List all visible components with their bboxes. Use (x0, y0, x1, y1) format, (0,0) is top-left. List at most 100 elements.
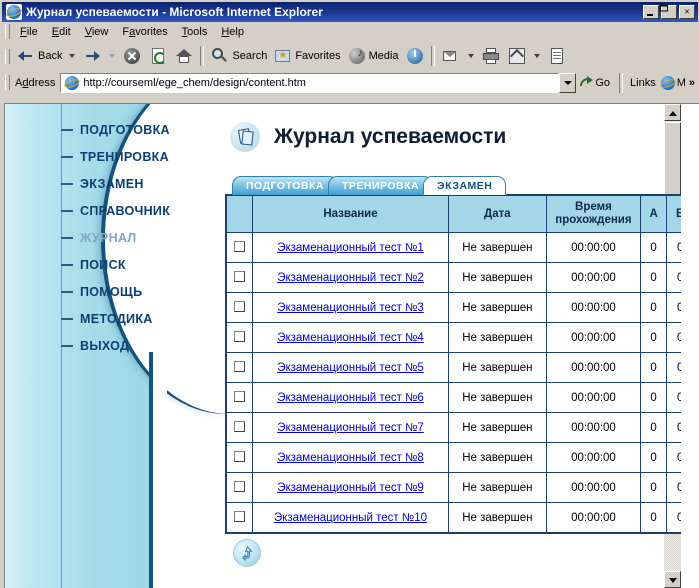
sidebar-item-metodika[interactable]: МЕТОДИКА (61, 311, 153, 327)
menu-gripper[interactable] (5, 24, 10, 39)
mail-button[interactable] (438, 44, 464, 68)
test-time-cell: 00:00:00 (546, 352, 641, 383)
menu-item-view[interactable]: View (78, 24, 116, 40)
test-date-cell: Не завершен (447, 442, 548, 473)
forward-dropdown-icon[interactable] (109, 54, 116, 58)
row-checkbox[interactable] (234, 480, 246, 492)
test-link[interactable]: Экзаменационный тест №2 (277, 272, 424, 284)
test-score-a-cell: 0 (639, 262, 668, 293)
bullet-dash-icon (61, 345, 73, 347)
test-link[interactable]: Экзаменационный тест №4 (277, 332, 424, 344)
minimize-button[interactable] (643, 5, 659, 19)
row-checkbox[interactable] (234, 510, 246, 522)
menu-item-file[interactable]: File (13, 24, 45, 40)
close-button[interactable]: × (679, 5, 695, 19)
row-checkbox[interactable] (234, 420, 246, 432)
address-dropdown-button[interactable] (559, 72, 577, 93)
mail-dropdown-icon[interactable] (467, 54, 474, 58)
menu-item-favorites[interactable]: Favorites (115, 24, 174, 40)
journal-pages-icon (230, 122, 260, 152)
test-score-b-cell: 0 (666, 382, 681, 413)
test-link[interactable]: Экзаменационный тест №3 (277, 302, 424, 314)
up-arrow-icon (242, 546, 253, 561)
edit-button[interactable] (504, 44, 530, 68)
sidebar-item-ekzamen[interactable]: ЭКЗАМЕН (61, 176, 144, 192)
table-row: Экзаменационный тест №1 Не завершен 00:00:… (225, 232, 681, 263)
go-button[interactable]: Go (576, 76, 616, 89)
sidebar-item-pomoshch[interactable]: ПОМОЩЬ (61, 284, 142, 300)
print-button[interactable] (478, 44, 504, 68)
refresh-icon (148, 46, 168, 66)
column-header-b: В (666, 194, 681, 233)
test-link[interactable]: Экзаменационный тест №10 (274, 512, 427, 524)
address-gripper[interactable] (5, 75, 10, 90)
mail-envelope-icon (441, 46, 461, 66)
scroll-down-button[interactable] (664, 571, 681, 588)
tab-trenirovka[interactable]: ТРЕНИРОВКА (327, 176, 434, 195)
bullet-dash-icon (61, 264, 73, 266)
address-input[interactable]: http://courseml/ege_chem/design/content.… (60, 72, 560, 93)
toolbar-gripper[interactable] (5, 48, 10, 64)
back-dropdown-icon[interactable] (69, 54, 76, 58)
history-button[interactable] (402, 44, 428, 68)
favorites-button[interactable]: ★ Favorites (270, 44, 343, 68)
test-link[interactable]: Экзаменационный тест №8 (277, 452, 424, 464)
test-name-cell: Экзаменационный тест №5 (252, 352, 449, 383)
address-bar: Address http://courseml/ege_chem/design/… (2, 71, 698, 94)
test-time-cell: 00:00:00 (546, 472, 641, 503)
maximize-button[interactable] (660, 4, 677, 19)
media-button[interactable]: ♪ Media (344, 44, 402, 68)
scroll-up-button[interactable] (664, 104, 681, 121)
column-header-date: Дата (447, 194, 548, 233)
test-date-cell: Не завершен (447, 262, 548, 293)
edit-dropdown-icon[interactable] (533, 54, 540, 58)
refresh-button[interactable] (145, 44, 171, 68)
row-checkbox[interactable] (234, 330, 246, 342)
test-link[interactable]: Экзаменационный тест №5 (277, 362, 424, 374)
sidebar-item-zhurnal[interactable]: ЖУРНАЛ (61, 230, 137, 246)
tab-ekzamen[interactable]: ЭКЗАМЕН (423, 176, 507, 195)
test-link[interactable]: Экзаменационный тест №7 (277, 422, 424, 434)
site-sidebar: ПОДГОТОВКА ТРЕНИРОВКА ЭКЗАМЕН СПРАВОЧНИК… (5, 104, 355, 588)
back-arrow-icon (16, 46, 36, 66)
back-button[interactable]: Back (13, 44, 65, 68)
links-item-label[interactable]: M (677, 77, 686, 89)
test-date-cell: Не завершен (447, 292, 548, 323)
row-checkbox[interactable] (234, 300, 246, 312)
row-checkbox[interactable] (234, 240, 246, 252)
sidebar-item-vykhod[interactable]: ВЫХОД (61, 338, 129, 354)
sidebar-item-spravochnik[interactable]: СПРАВОЧНИК (61, 203, 170, 219)
test-time-cell: 00:00:00 (546, 292, 641, 323)
sidebar-item-podgotovka[interactable]: ПОДГОТОВКА (61, 122, 170, 138)
menu-item-tools[interactable]: Tools (175, 24, 215, 40)
test-time-cell: 00:00:00 (546, 442, 641, 473)
search-button[interactable]: Search (207, 44, 270, 68)
test-score-a-cell: 0 (639, 352, 668, 383)
test-link[interactable]: Экзаменационный тест №9 (277, 482, 424, 494)
row-checkbox[interactable] (234, 360, 246, 372)
discuss-button[interactable] (544, 44, 570, 68)
row-checkbox[interactable] (234, 450, 246, 462)
test-date-cell: Не завершен (447, 352, 548, 383)
column-header-select (225, 194, 254, 233)
test-link[interactable]: Экзаменационный тест №1 (277, 242, 424, 254)
forward-button[interactable] (79, 44, 105, 68)
links-item-icon[interactable] (659, 75, 677, 91)
links-label[interactable]: Links (626, 77, 660, 89)
sidebar-item-trenirovka[interactable]: ТРЕНИРОВКА (61, 149, 169, 165)
row-checkbox[interactable] (234, 390, 246, 402)
forward-arrow-icon (82, 46, 102, 66)
sidebar-item-poisk[interactable]: ПОИСК (61, 257, 126, 273)
home-button[interactable] (171, 44, 197, 68)
tab-podgotovka[interactable]: ПОДГОТОВКА (232, 176, 338, 195)
menu-item-edit[interactable]: Edit (45, 24, 78, 40)
discuss-icon (547, 46, 567, 66)
links-overflow-chevron-icon[interactable]: » (686, 77, 698, 88)
test-link[interactable]: Экзаменационный тест №6 (277, 392, 424, 404)
scroll-to-top-button[interactable] (233, 539, 261, 567)
row-select-cell (225, 352, 254, 383)
stop-button[interactable] (119, 44, 145, 68)
menu-item-help[interactable]: Help (214, 24, 251, 40)
toolbar-separator (200, 46, 205, 66)
row-checkbox[interactable] (234, 270, 246, 282)
